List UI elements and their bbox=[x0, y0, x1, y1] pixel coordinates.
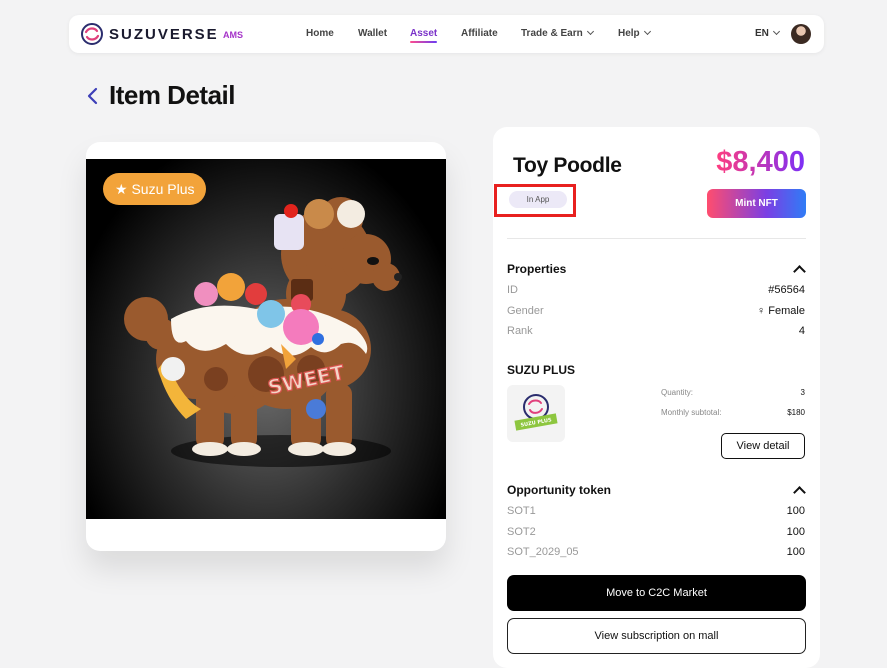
chevron-down-icon bbox=[772, 27, 780, 36]
nav-affiliate[interactable]: Affiliate bbox=[461, 28, 498, 39]
view-subscription-button[interactable]: View subscription on mall bbox=[507, 618, 806, 654]
opportunity-token-title: Opportunity token bbox=[507, 483, 611, 497]
quantity-value: 3 bbox=[800, 388, 805, 397]
suzu-plus-title: SUZU PLUS bbox=[507, 363, 576, 377]
item-name: Toy Poodle bbox=[513, 154, 622, 177]
suzu-plus-logo-icon: SUZU PLUS bbox=[514, 394, 558, 431]
move-to-c2c-button[interactable]: Move to C2C Market bbox=[507, 575, 806, 611]
property-label-id: ID bbox=[507, 284, 518, 296]
item-image[interactable]: SWEET bbox=[86, 159, 446, 519]
divider bbox=[507, 238, 806, 239]
nav-help[interactable]: Help bbox=[618, 27, 651, 39]
property-value-gender: ♀ Female bbox=[757, 305, 805, 317]
nav-wallet[interactable]: Wallet bbox=[358, 28, 387, 39]
token-value-sot1: 100 bbox=[786, 505, 805, 517]
chevron-up-icon[interactable] bbox=[793, 486, 806, 499]
language-selector[interactable]: EN bbox=[755, 27, 780, 39]
toy-poodle-illustration: SWEET bbox=[124, 197, 402, 467]
token-label-sot1: SOT1 bbox=[507, 505, 536, 517]
view-detail-button[interactable]: View detail bbox=[721, 433, 805, 459]
monthly-subtotal-label: Monthly subtotal: bbox=[661, 408, 722, 417]
item-image-card: SWEET ★ Suzu Plus bbox=[86, 142, 446, 551]
highlight-box bbox=[494, 184, 576, 217]
token-label-sot-2029-05: SOT_2029_05 bbox=[507, 546, 579, 558]
property-value-id: #56564 bbox=[768, 284, 805, 296]
quantity-label: Quantity: bbox=[661, 388, 694, 397]
monthly-subtotal-value: $180 bbox=[787, 408, 805, 417]
item-info-panel: Toy Poodle $8,400 In App Mint NFT Proper… bbox=[493, 127, 820, 668]
item-price: $8,400 bbox=[716, 146, 805, 178]
brand-sub: AMS bbox=[223, 30, 243, 40]
nav-home[interactable]: Home bbox=[306, 28, 334, 39]
nav-asset[interactable]: Asset bbox=[410, 28, 438, 43]
token-value-sot-2029-05: 100 bbox=[786, 546, 805, 558]
nav-trade-earn-label: Trade & Earn bbox=[521, 28, 583, 39]
mint-nft-button[interactable]: Mint NFT bbox=[707, 189, 806, 218]
chevron-down-icon bbox=[643, 27, 651, 36]
properties-title: Properties bbox=[507, 262, 567, 276]
avatar[interactable] bbox=[791, 24, 811, 44]
chevron-up-icon[interactable] bbox=[793, 265, 806, 278]
back-arrow-icon[interactable] bbox=[86, 86, 99, 106]
property-label-rank: Rank bbox=[507, 325, 533, 337]
nav-trade-earn[interactable]: Trade & Earn bbox=[521, 27, 594, 39]
token-value-sot2: 100 bbox=[786, 526, 805, 538]
top-nav: SUZUVERSE AMS Home Wallet Asset Affiliat… bbox=[69, 15, 824, 53]
token-label-sot2: SOT2 bbox=[507, 526, 536, 538]
suzu-plus-badge: ★ Suzu Plus bbox=[103, 173, 207, 205]
property-value-rank: 4 bbox=[798, 325, 805, 337]
page-title: Item Detail bbox=[109, 80, 236, 110]
property-label-gender: Gender bbox=[507, 305, 544, 317]
chevron-down-icon bbox=[586, 27, 594, 36]
suzuverse-logo-icon[interactable] bbox=[81, 23, 103, 45]
language-label: EN bbox=[755, 28, 769, 39]
nav-help-label: Help bbox=[618, 28, 640, 39]
suzu-plus-thumbnail: SUZU PLUS bbox=[507, 385, 565, 442]
brand-name[interactable]: SUZUVERSE bbox=[109, 26, 219, 43]
